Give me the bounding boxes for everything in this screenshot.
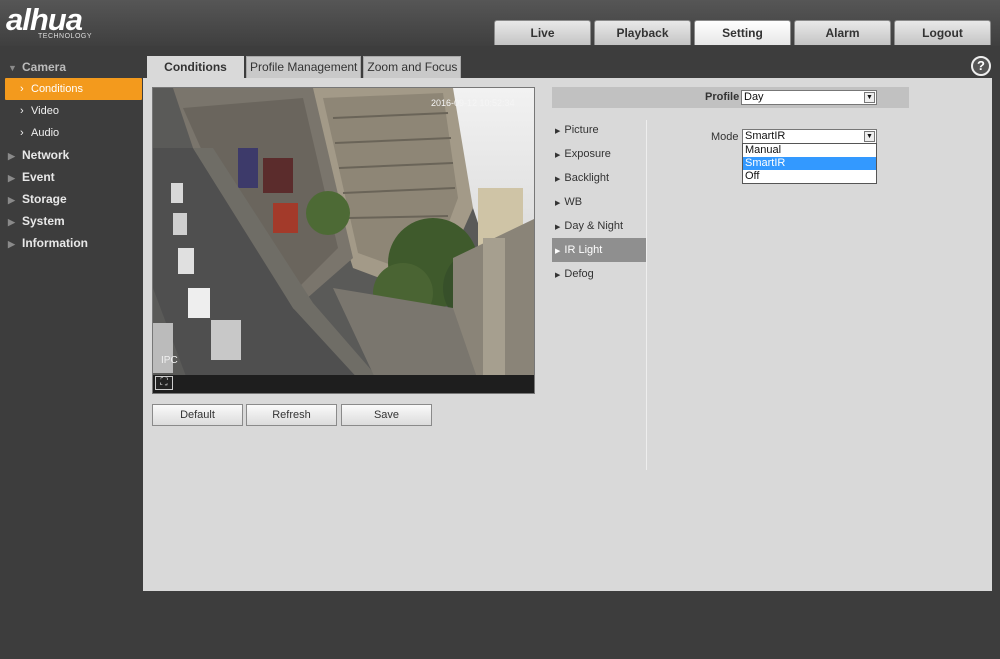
- triangle-right-icon: ▶: [555, 176, 561, 183]
- video-overlay-label: IPC: [161, 355, 178, 366]
- sidebar-item-label: Conditions: [31, 83, 83, 95]
- sidebar-category-label: Information: [22, 236, 88, 250]
- tab-conditions[interactable]: Conditions: [147, 56, 244, 78]
- video-preview: IPC 2016-09-12 10:52:34: [152, 87, 535, 394]
- refresh-button[interactable]: Refresh: [246, 404, 337, 426]
- brand-tagline: TECHNOLOGY: [38, 33, 93, 40]
- nav-tab-alarm[interactable]: Alarm: [794, 20, 891, 45]
- sidebar-category-system[interactable]: ▶ System: [0, 210, 143, 232]
- menu-item-wb[interactable]: ▶ WB: [552, 190, 646, 214]
- menu-item-label: IR Light: [564, 244, 603, 256]
- tab-zoom-and-focus[interactable]: Zoom and Focus: [363, 56, 462, 78]
- triangle-right-icon: ▶: [8, 173, 15, 183]
- nav-tab-live[interactable]: Live: [494, 20, 591, 45]
- mode-option-off[interactable]: Off: [743, 170, 876, 183]
- sidebar-category-event[interactable]: ▶ Event: [0, 166, 143, 188]
- triangle-right-icon: ▶: [555, 248, 561, 255]
- triangle-right-icon: ▶: [555, 128, 561, 135]
- menu-item-ir-light[interactable]: ▶ IR Light: [552, 238, 646, 262]
- mode-dropdown-list: Manual SmartIR Off: [742, 143, 877, 184]
- triangle-down-icon: ▼: [8, 63, 17, 73]
- brand-logo: alhua: [6, 2, 83, 37]
- default-button[interactable]: Default: [152, 404, 243, 426]
- mode-select-value: SmartIR: [745, 130, 786, 142]
- save-button[interactable]: Save: [341, 404, 432, 426]
- profile-select[interactable]: Day ▼: [741, 90, 877, 105]
- tab-profile-management[interactable]: Profile Management: [246, 56, 362, 78]
- mode-select[interactable]: SmartIR ▼: [742, 129, 877, 144]
- menu-item-label: Defog: [564, 268, 594, 280]
- fullscreen-icon[interactable]: ⛶: [155, 376, 173, 390]
- menu-item-label: Exposure: [564, 148, 611, 160]
- sidebar: ▼ Camera › Conditions › Video › Audio ▶ Netwo…: [0, 56, 143, 254]
- menu-item-defog[interactable]: ▶ Defog: [552, 262, 646, 286]
- menu-item-picture[interactable]: ▶ Picture: [552, 118, 646, 142]
- sidebar-category-label: Camera: [22, 60, 67, 74]
- menu-item-day-night[interactable]: ▶ Day & Night: [552, 214, 646, 238]
- conditions-menu: ▶ Picture ▶ Exposure ▶ Backlight ▶ WB ▶ Day &…: [552, 118, 646, 286]
- nav-tab-setting[interactable]: Setting: [694, 20, 791, 45]
- chevron-down-icon: ▼: [864, 92, 875, 103]
- menu-item-label: Backlight: [564, 172, 610, 184]
- profile-label: Profile: [705, 91, 740, 103]
- menu-item-label: Picture: [564, 124, 599, 136]
- menu-item-backlight[interactable]: ▶ Backlight: [552, 166, 646, 190]
- sidebar-category-storage[interactable]: ▶ Storage: [0, 188, 143, 210]
- top-navigation: Live Playback Setting Alarm Logout: [494, 20, 991, 45]
- sidebar-category-camera[interactable]: ▼ Camera: [0, 56, 143, 78]
- triangle-right-icon: ▶: [555, 272, 561, 279]
- menu-divider: [646, 120, 647, 470]
- triangle-right-icon: ▶: [555, 200, 561, 207]
- triangle-right-icon: ▶: [555, 224, 561, 231]
- sidebar-item-label: Audio: [31, 127, 60, 139]
- street-scene-image: IPC 2016-09-12 10:52:34: [153, 88, 534, 393]
- help-icon[interactable]: ?: [971, 56, 991, 76]
- triangle-right-icon: ▶: [555, 152, 561, 159]
- sidebar-category-information[interactable]: ▶ Information: [0, 232, 143, 254]
- sidebar-category-label: Network: [22, 148, 70, 162]
- subtab-bar: Conditions Profile Management Zoom and F…: [147, 56, 462, 78]
- sidebar-category-label: Storage: [22, 192, 67, 206]
- triangle-right-icon: ▶: [8, 217, 15, 227]
- mode-option-smartir[interactable]: SmartIR: [743, 157, 876, 170]
- sidebar-item-video[interactable]: › Video: [0, 100, 143, 122]
- profile-select-value: Day: [744, 91, 764, 103]
- nav-tab-playback[interactable]: Playback: [594, 20, 691, 45]
- mode-option-manual[interactable]: Manual: [743, 144, 876, 157]
- chevron-right-icon: ›: [20, 127, 24, 139]
- chevron-down-icon: ▼: [864, 131, 875, 142]
- sidebar-item-conditions[interactable]: › Conditions: [5, 78, 142, 100]
- chevron-right-icon: ›: [20, 105, 24, 117]
- header-bar: alhua TECHNOLOGY Live Playback Setting A…: [0, 0, 1000, 46]
- mode-label: Mode: [711, 131, 739, 143]
- sidebar-item-audio[interactable]: › Audio: [0, 122, 143, 144]
- chevron-right-icon: ›: [20, 83, 24, 95]
- menu-item-label: WB: [564, 196, 583, 208]
- menu-item-label: Day & Night: [564, 220, 624, 232]
- menu-item-exposure[interactable]: ▶ Exposure: [552, 142, 646, 166]
- video-timestamp: 2016-09-12 10:52:34: [431, 98, 515, 108]
- triangle-right-icon: ▶: [8, 239, 15, 249]
- sidebar-category-label: System: [22, 214, 65, 228]
- nav-tab-logout[interactable]: Logout: [894, 20, 991, 45]
- triangle-right-icon: ▶: [8, 195, 15, 205]
- triangle-right-icon: ▶: [8, 151, 15, 161]
- sidebar-item-label: Video: [31, 105, 59, 117]
- sidebar-category-label: Event: [22, 170, 55, 184]
- sidebar-category-network[interactable]: ▶ Network: [0, 144, 143, 166]
